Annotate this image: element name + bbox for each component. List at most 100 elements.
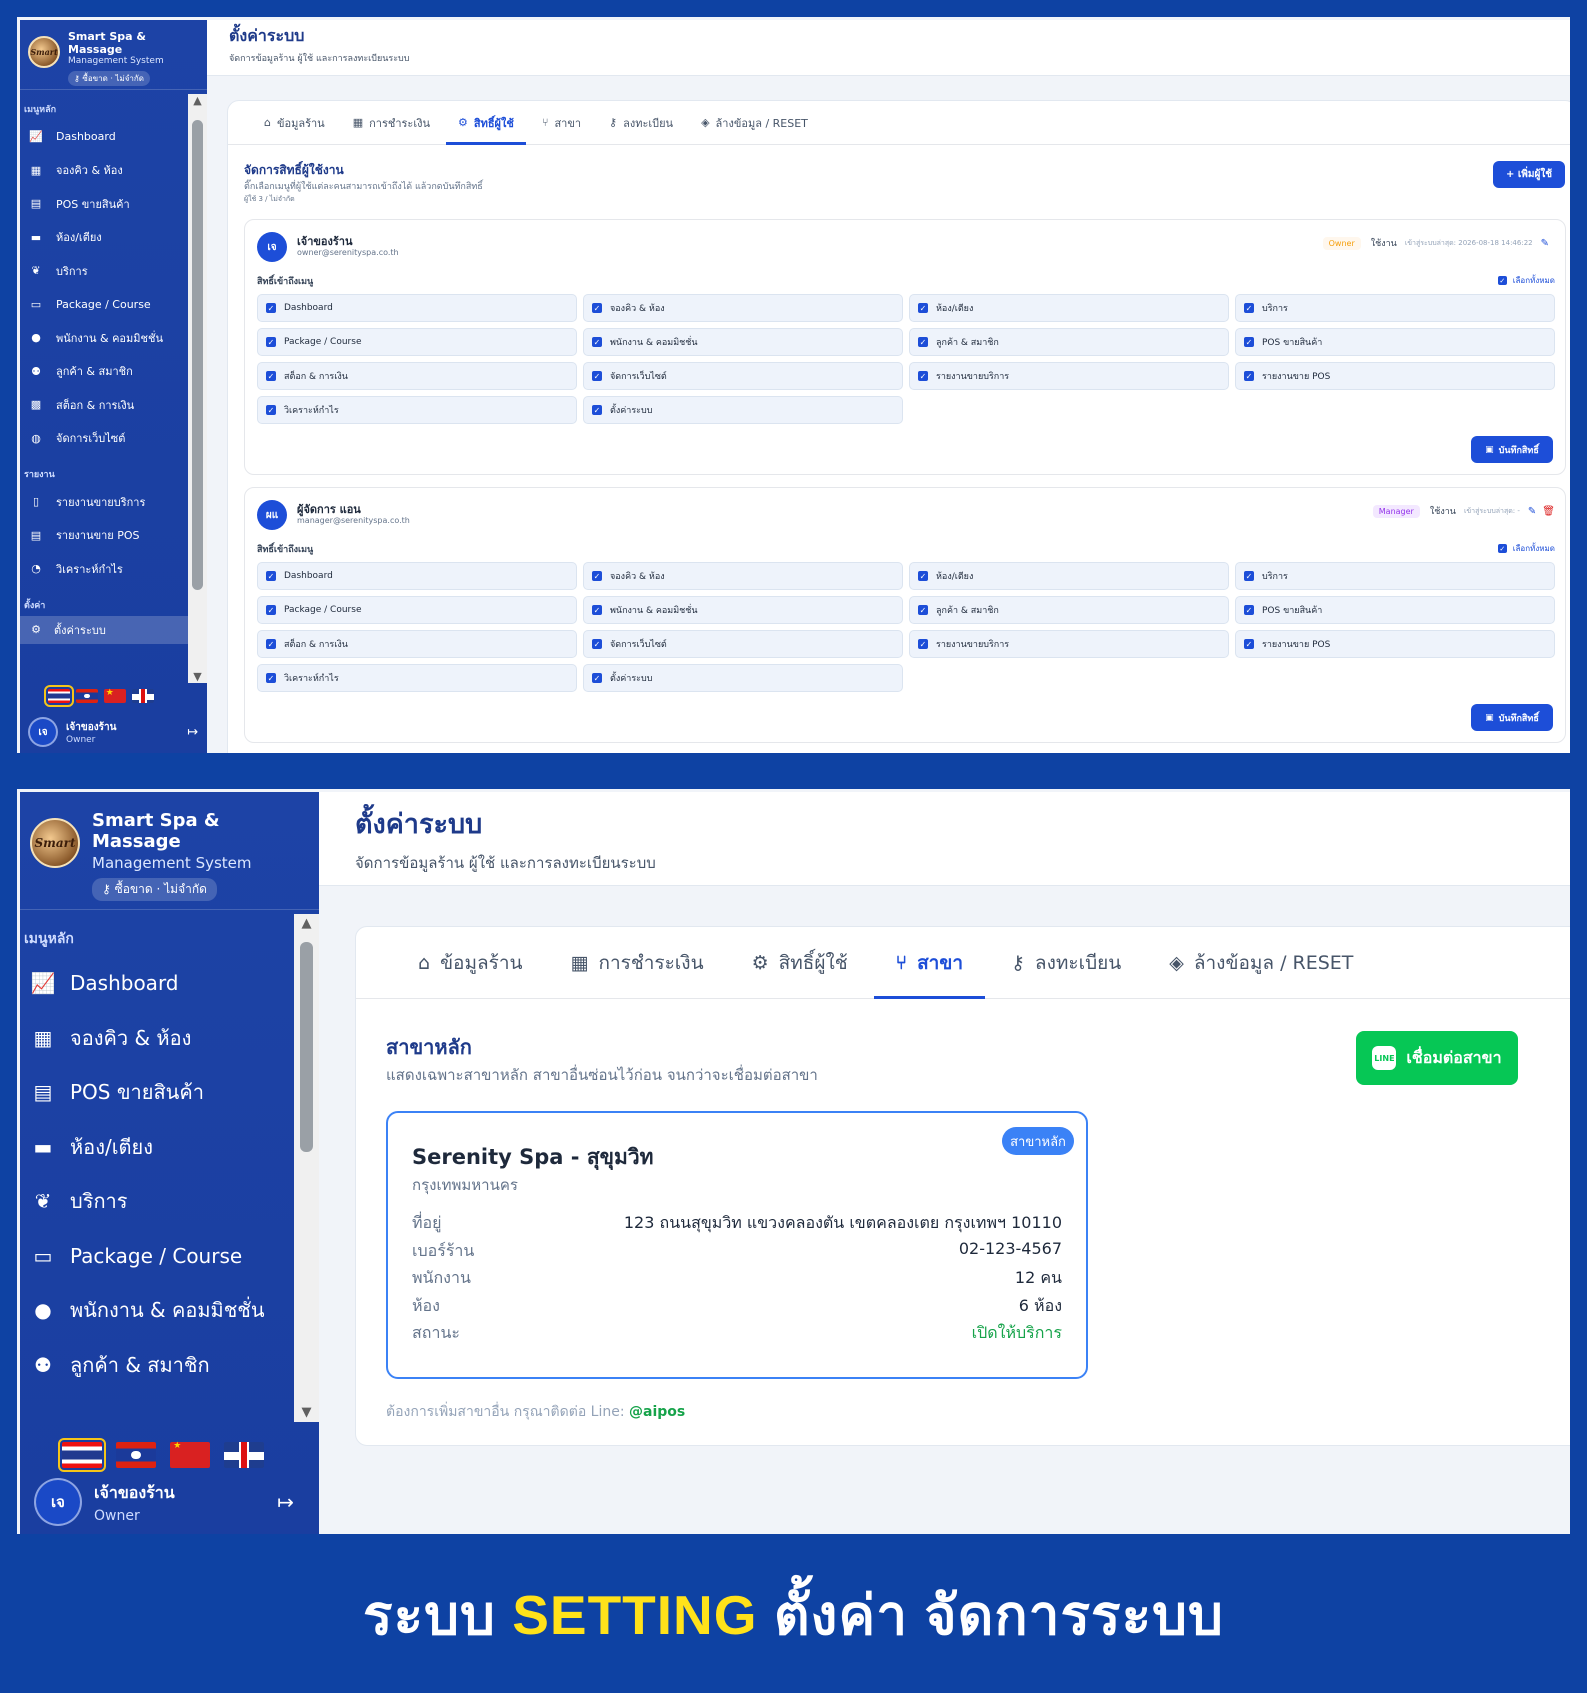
flag-thai-icon[interactable] [58,1438,106,1472]
permission-checkbox[interactable]: ✓ Package / Course [257,328,577,356]
permission-checkbox[interactable]: ✓ พนักงาน & คอมมิชชั่น [583,328,903,356]
logout-icon[interactable]: ↦ [187,725,198,740]
tab-4[interactable]: ⚷ ลงทะเบียน [597,101,685,144]
permission-grid: ✓ Dashboard ✓ จองคิว & ห้อง ✓ ห้อง/เตียง ✓ บริก… [257,294,1555,424]
permission-checkbox[interactable]: ✓ รายงานขาย POS [1235,630,1555,658]
connect-branch-button[interactable]: LINE เชื่อมต่อสาขา [1356,1031,1518,1085]
flag-uk-icon[interactable] [132,689,154,703]
permission-checkbox[interactable]: ✓ รายงานขายบริการ [909,630,1229,658]
permission-checkbox[interactable]: ✓ สต็อก & การเงิน [257,630,577,658]
tab-2[interactable]: ⚙ สิทธิ์ผู้ใช้ [445,101,526,145]
permission-checkbox[interactable]: ✓ วิเคราะห์กำไร [257,396,577,424]
flag-lao-icon[interactable] [116,1442,156,1468]
sidebar-item[interactable]: ◍ จัดการเว็บไซต์ [20,422,188,456]
sidebar-item[interactable]: ▬ ห้อง/เตียง [20,1120,294,1175]
tab-2[interactable]: ⚙ สิทธิ์ผู้ใช้ [730,927,870,998]
sidebar-item[interactable]: 📈 Dashboard [20,120,188,154]
permission-checkbox[interactable]: ✓ บริการ [1235,562,1555,590]
permission-checkbox[interactable]: ✓ Dashboard [257,562,577,590]
tab-4[interactable]: ⚷ ลงทะเบียน [989,927,1143,998]
permission-checkbox[interactable]: ✓ รายงานขาย POS [1235,362,1555,390]
scroll-down-arrow[interactable]: ▼ [294,1405,319,1420]
tab-3[interactable]: ⑂ สาขา [873,927,986,999]
sidebar-item[interactable]: ❦ บริการ [20,1174,294,1229]
sidebar-item[interactable]: ▭ Package / Course [20,288,188,322]
sidebar-item[interactable]: ▦ จองคิว & ห้อง [20,154,188,188]
permission-checkbox[interactable]: ✓ บริการ [1235,294,1555,322]
logout-icon[interactable]: ↦ [277,1490,294,1514]
permission-checkbox[interactable]: ✓ จองคิว & ห้อง [583,294,903,322]
permission-checkbox[interactable]: ✓ ลูกค้า & สมาชิก [909,328,1229,356]
permission-checkbox[interactable]: ✓ ตั้งค่าระบบ [583,396,903,424]
sidebar-item[interactable]: ▤ รายงานขาย POS [20,519,188,553]
permission-checkbox[interactable]: ✓ POS ขายสินค้า [1235,596,1555,624]
sidebar-item[interactable]: ● พนักงาน & คอมมิชชั่น [20,1283,294,1338]
permission-checkbox[interactable]: ✓ จองคิว & ห้อง [583,562,903,590]
menu-section-main: เมนูหลัก [24,931,74,947]
flag-lao-icon[interactable] [76,689,98,703]
user-count: ผู้ใช้ 3 / ไม่จำกัด [244,195,295,203]
add-user-button[interactable]: + เพิ่มผู้ใช้ [1493,161,1565,188]
delete-icon[interactable]: 🗑 [1542,506,1555,517]
sidebar-item-settings[interactable]: ⚙ ตั้งค่าระบบ [20,615,188,644]
sidebar-item[interactable]: ▤ POS ขายสินค้า [20,187,188,221]
permission-checkbox[interactable]: ✓ ตั้งค่าระบบ [583,664,903,692]
permission-checkbox[interactable]: ✓ Package / Course [257,596,577,624]
sidebar-item[interactable]: ❦ บริการ [20,254,188,288]
avatar: เจ [34,1478,82,1526]
tab-3[interactable]: ⑂ สาขา [530,101,593,144]
permission-checkbox[interactable]: ✓ สต็อก & การเงิน [257,362,577,390]
flag-uk-icon[interactable] [224,1442,264,1468]
select-all-checkbox[interactable]: ✓ เลือกทั้งหมด [1497,274,1555,287]
sidebar-item[interactable]: ▩ สต็อก & การเงิน [20,388,188,422]
tab-5[interactable]: ◈ ล้างข้อมูล / RESET [1147,927,1375,998]
branch-card[interactable]: สาขาหลัก Serenity Spa - สุขุมวิท กรุงเทพ… [386,1111,1088,1379]
sidebar-scrollbar[interactable]: ▲ ▼ [294,914,319,1422]
scroll-down-arrow[interactable]: ▼ [188,670,207,683]
sidebar-scrollbar[interactable]: ▲ ▼ [188,94,207,683]
scroll-up-arrow[interactable]: ▲ [294,916,319,931]
sidebar-item[interactable]: ⚉ ลูกค้า & สมาชิก [20,1338,294,1393]
flag-thai-icon[interactable] [44,685,74,707]
tab-1[interactable]: ▦ การชำระเงิน [549,927,726,998]
flag-china-icon[interactable] [104,688,126,703]
permission-checkbox[interactable]: ✓ พนักงาน & คอมมิชชั่น [583,596,903,624]
scroll-thumb[interactable] [192,120,203,590]
permission-checkbox[interactable]: ✓ ห้อง/เตียง [909,294,1229,322]
bed-icon: ▬ [30,230,42,244]
sidebar-item[interactable]: ⚉ ลูกค้า & สมาชิก [20,355,188,389]
permission-checkbox[interactable]: ✓ รายงานขายบริการ [909,362,1229,390]
sidebar-item[interactable]: 📈 Dashboard [20,956,294,1011]
permission-checkbox[interactable]: ✓ POS ขายสินค้า [1235,328,1555,356]
user-name: เจ้าของร้าน [66,721,117,733]
sidebar-item[interactable]: ● พนักงาน & คอมมิชชั่น [20,321,188,355]
flag-china-icon[interactable] [170,1441,210,1468]
permission-checkbox[interactable]: ✓ ลูกค้า & สมาชิก [909,596,1229,624]
tab-0[interactable]: ⌂ ข้อมูลร้าน [252,101,337,144]
permission-checkbox[interactable]: ✓ ห้อง/เตียง [909,562,1229,590]
sidebar: Smart Smart Spa & Massage Management Sys… [20,20,207,753]
line-id-link[interactable]: @aipos [629,1404,685,1420]
scroll-thumb[interactable] [300,942,313,1152]
sidebar-item[interactable]: ▦ จองคิว & ห้อง [20,1011,294,1066]
tab-5[interactable]: ◈ ล้างข้อมูล / RESET [689,101,820,144]
sidebar-item[interactable]: ▭ Package / Course [20,1229,294,1284]
last-login: เข้าสู่ระบบล่าสุด: 2026-08-18 14:46:22 [1404,238,1533,247]
scroll-up-arrow[interactable]: ▲ [188,94,207,107]
edit-icon[interactable]: ✎ [1541,238,1549,249]
permission-checkbox[interactable]: ✓ วิเคราะห์กำไร [257,664,577,692]
edit-icon[interactable]: ✎ [1528,506,1536,517]
sidebar-item[interactable]: ◔ วิเคราะห์กำไร [20,552,188,586]
sidebar-item[interactable]: ▬ ห้อง/เตียง [20,221,188,255]
tab-0[interactable]: ⌂ ข้อมูลร้าน [396,927,545,998]
save-permissions-button[interactable]: ▣ บันทึกสิทธิ์ [1471,436,1553,463]
permission-checkbox[interactable]: ✓ Dashboard [257,294,577,322]
permission-checkbox[interactable]: ✓ จัดการเว็บไซต์ [583,630,903,658]
sidebar-item[interactable]: ▯ รายงานขายบริการ [20,485,188,519]
sidebar-item[interactable]: ▤ POS ขายสินค้า [20,1065,294,1120]
tab-1[interactable]: ▦ การชำระเงิน [341,101,442,144]
key-icon: ⚷ [102,882,115,896]
select-all-checkbox[interactable]: ✓ เลือกทั้งหมด [1497,542,1555,555]
save-permissions-button[interactable]: ▣ บันทึกสิทธิ์ [1471,704,1553,731]
permission-checkbox[interactable]: ✓ จัดการเว็บไซต์ [583,362,903,390]
